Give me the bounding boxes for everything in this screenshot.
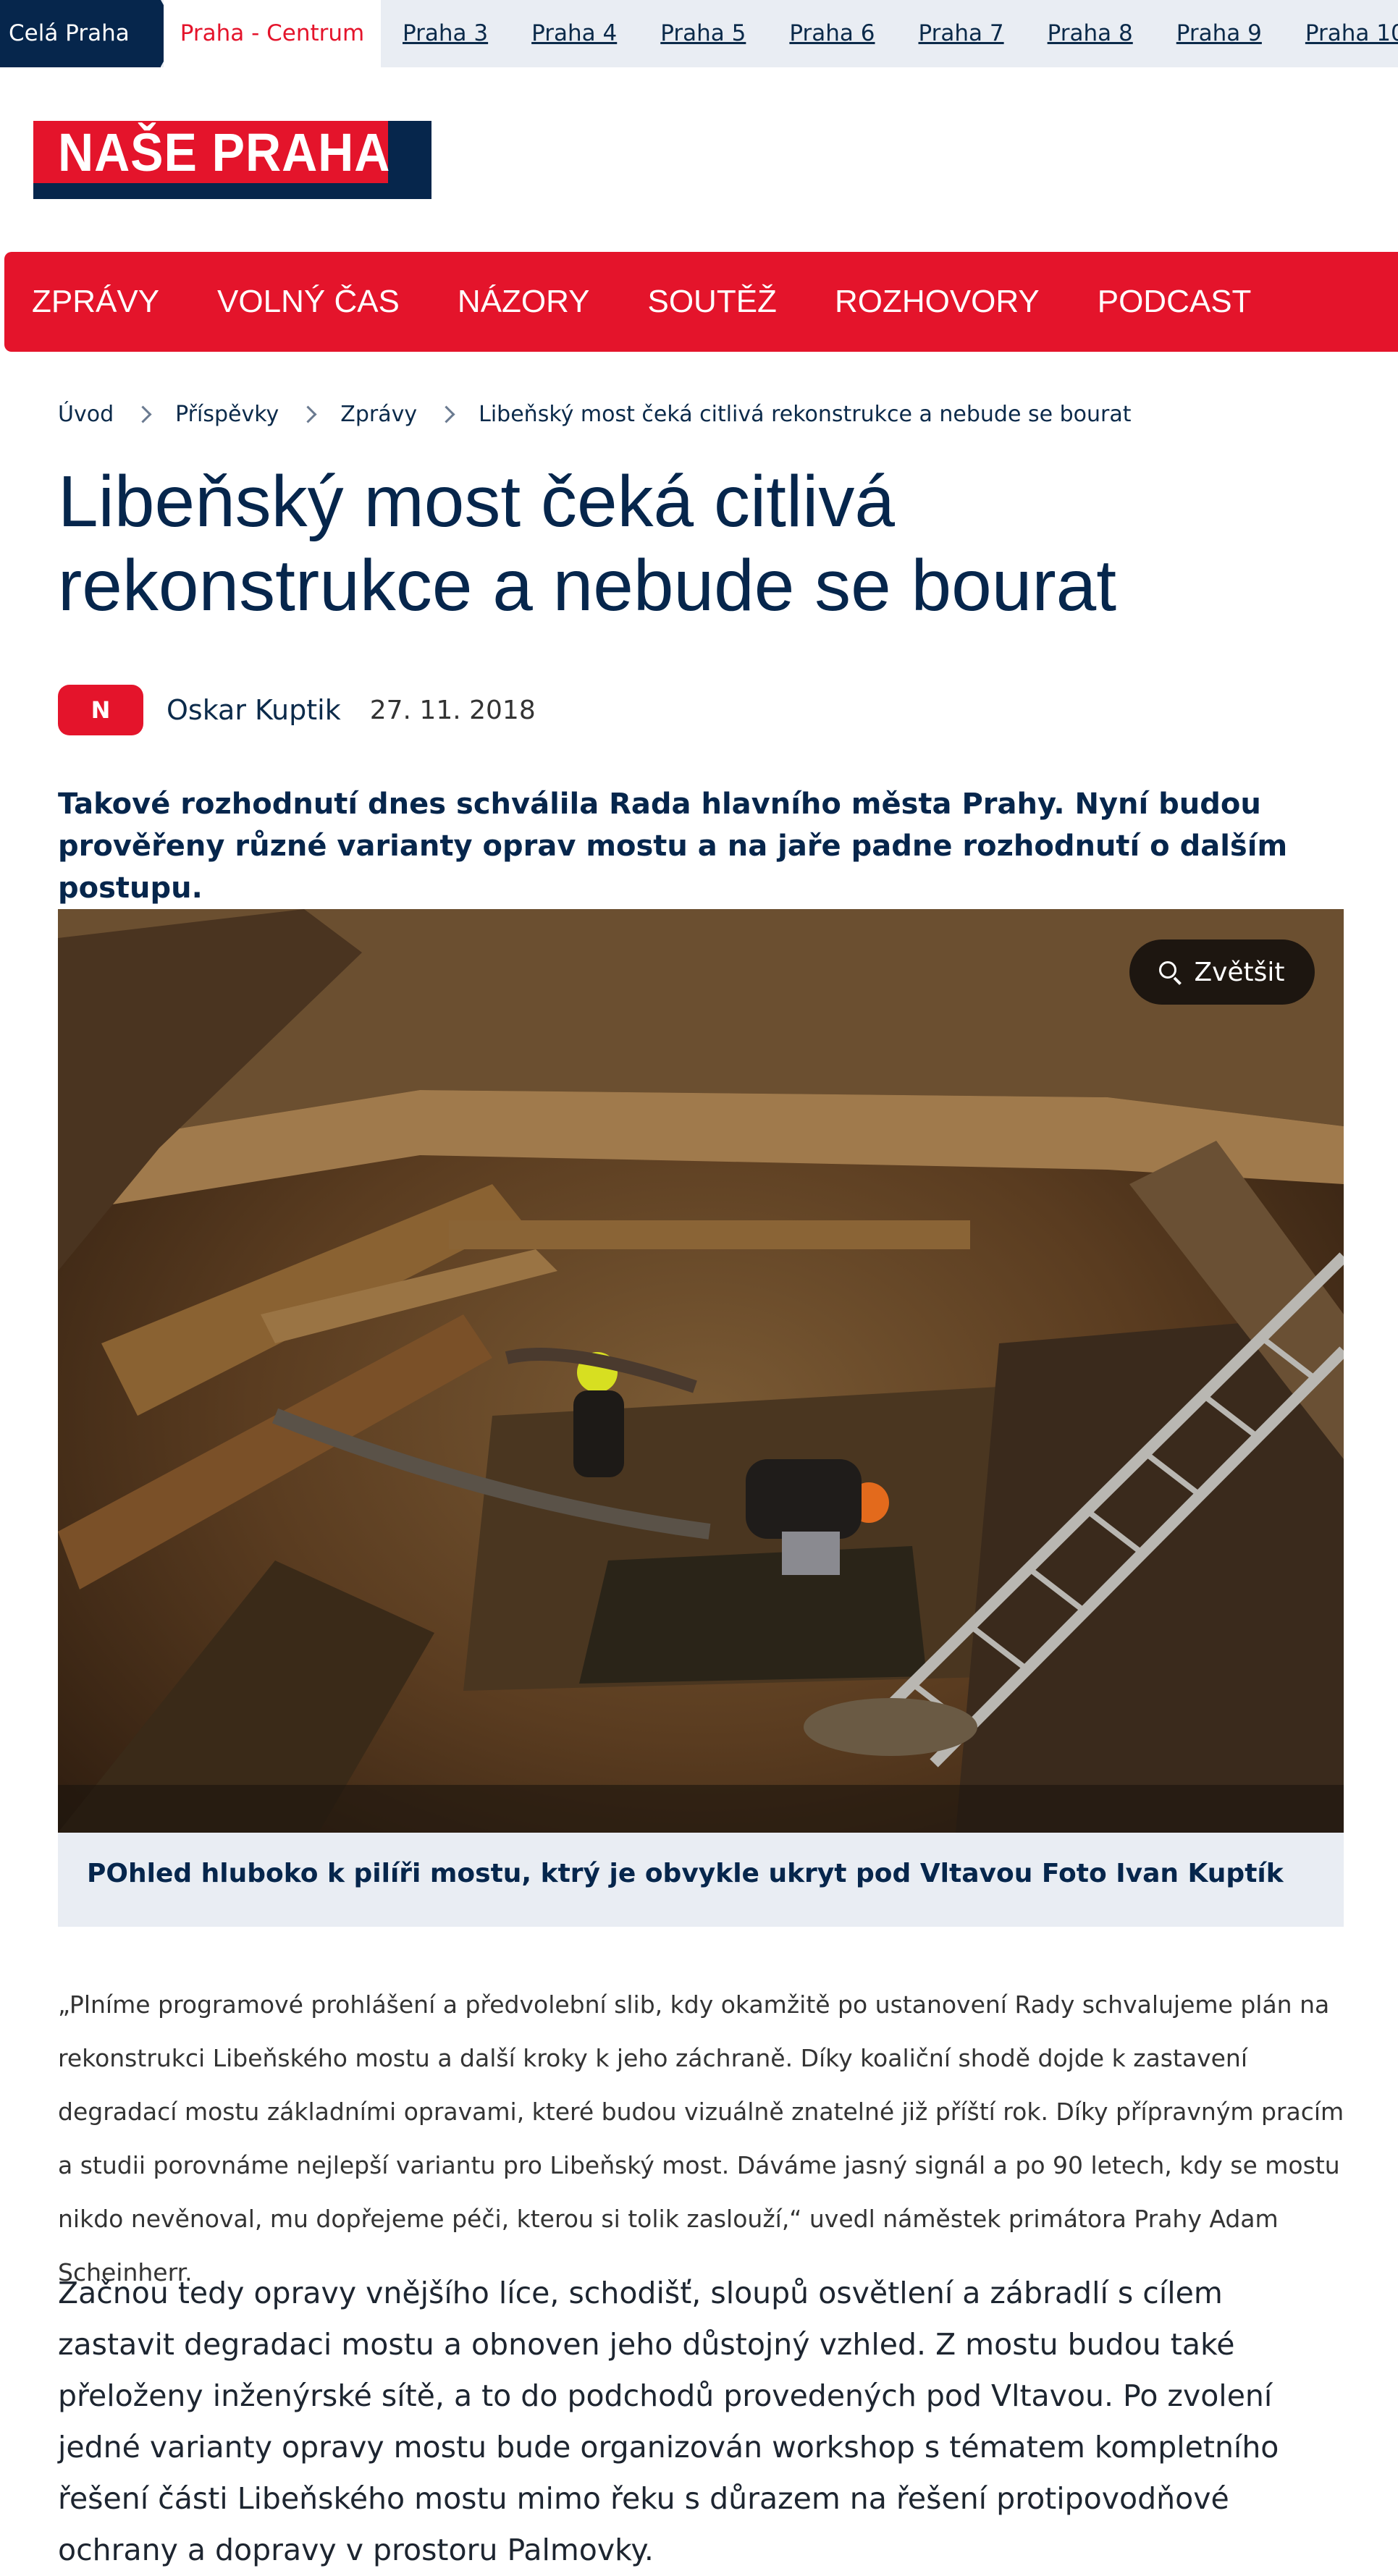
nav-item-soutez[interactable]: SOUTĚŽ xyxy=(647,284,776,320)
article-photo[interactable]: Zvětšit xyxy=(58,909,1344,1833)
chevron-right-icon xyxy=(299,405,317,423)
district-link[interactable]: Praha 6 xyxy=(789,0,875,67)
district-all[interactable]: Celá Praha xyxy=(0,0,180,67)
district-links: Praha 3 Praha 4 Praha 5 Praha 6 Praha 7 … xyxy=(403,0,1398,67)
logo-text: NAŠE PRAHA xyxy=(58,122,391,182)
article-meta: N Oskar Kuptik 27. 11. 2018 xyxy=(58,685,536,735)
zoom-in-icon xyxy=(1159,961,1182,985)
article-quote: „Plníme programové prohlášení a předvole… xyxy=(58,1990,1344,2286)
logo-accent xyxy=(388,121,431,183)
breadcrumb-posts[interactable]: Příspěvky xyxy=(175,402,279,427)
article-paragraph: Začnou tedy opravy vnějšího líce, schodi… xyxy=(58,2276,1279,2567)
district-link[interactable]: Praha 7 xyxy=(919,0,1004,67)
zoom-button[interactable]: Zvětšit xyxy=(1129,939,1315,1005)
logo-underline xyxy=(33,183,431,199)
breadcrumb-current: Libeňský most čeká citlivá rekonstrukce … xyxy=(479,402,1132,427)
nav-item-volny-cas[interactable]: VOLNÝ ČAS xyxy=(217,284,400,320)
author-name[interactable]: Oskar Kuptik xyxy=(167,694,341,726)
district-link[interactable]: Praha 4 xyxy=(531,0,617,67)
construction-photo xyxy=(58,909,1344,1833)
site-logo[interactable]: NAŠE PRAHA xyxy=(33,121,431,199)
district-link[interactable]: Praha 10 xyxy=(1305,0,1398,67)
nav-item-podcast[interactable]: PODCAST xyxy=(1098,284,1252,320)
district-link[interactable]: Praha 8 xyxy=(1048,0,1133,67)
chevron-right-icon xyxy=(437,405,455,423)
district-bar: Celá Praha Praha - Centrum Praha 3 Praha… xyxy=(0,0,1398,67)
breadcrumb-home[interactable]: Úvod xyxy=(58,402,114,427)
breadcrumb-news[interactable]: Zprávy xyxy=(340,402,417,427)
article-title: Libeňský most čeká citlivá rekonstrukce … xyxy=(58,461,1117,626)
district-active[interactable]: Praha - Centrum xyxy=(164,0,381,67)
author-avatar: N xyxy=(58,685,143,735)
chevron-right-icon xyxy=(134,405,152,423)
district-link[interactable]: Praha 9 xyxy=(1176,0,1262,67)
article-lead: Takové rozhodnutí dnes schválila Rada hl… xyxy=(58,787,1288,905)
publish-date: 27. 11. 2018 xyxy=(369,695,536,725)
nav-item-zpravy[interactable]: ZPRÁVY xyxy=(32,284,159,320)
district-link[interactable]: Praha 5 xyxy=(660,0,746,67)
district-link[interactable]: Praha 3 xyxy=(403,0,488,67)
photo-caption: POhled hluboko k pilíři mostu, ktrý je o… xyxy=(58,1833,1344,1927)
zoom-label: Zvětšit xyxy=(1194,957,1285,987)
main-navigation: ZPRÁVY VOLNÝ ČAS NÁZORY SOUTĚŽ ROZHOVORY… xyxy=(4,252,1398,352)
nav-item-rozhovory[interactable]: ROZHOVORY xyxy=(835,284,1040,320)
nav-item-nazory[interactable]: NÁZORY xyxy=(458,284,590,320)
breadcrumb: Úvod Příspěvky Zprávy Libeňský most čeká… xyxy=(58,402,1131,427)
